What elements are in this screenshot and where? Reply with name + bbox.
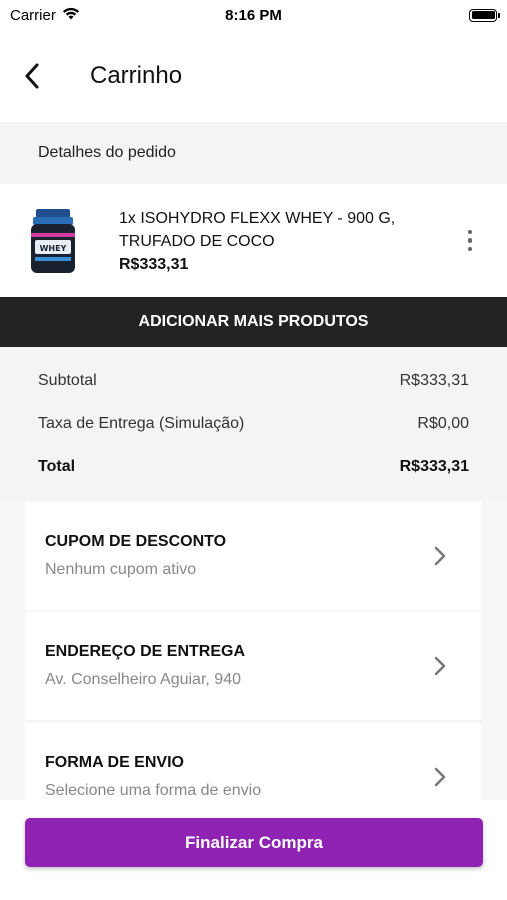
battery-icon	[469, 8, 500, 22]
finalize-purchase-button[interactable]: Finalizar Compra	[25, 818, 483, 867]
product-price: R$333,31	[119, 256, 189, 273]
delivery-fee-label: Taxa de Entrega (Simulação)	[38, 414, 245, 432]
card-text: CUPOM DE DESCONTO Nenhum cupom ativo	[45, 533, 425, 579]
page-title: Carrinho	[90, 62, 183, 89]
cart-item: WHEY 1x ISOHYDRO FLEXX WHEY - 900 G, TRU…	[0, 184, 507, 297]
order-details-header: Detalhes do pedido	[0, 122, 507, 184]
status-left: Carrier	[10, 7, 80, 24]
total-label: Total	[38, 457, 76, 475]
card-text: FORMA DE ENVIO Selecione uma forma de en…	[45, 754, 425, 800]
delivery-fee-value: R$0,00	[417, 414, 469, 432]
dot-icon	[467, 229, 473, 235]
back-button[interactable]	[12, 56, 52, 96]
product-image: WHEY	[19, 206, 87, 275]
order-details-title: Detalhes do pedido	[38, 144, 176, 161]
delivery-address-subtitle: Av. Conselheiro Aguiar, 940	[45, 671, 241, 688]
shipping-method-card[interactable]: FORMA DE ENVIO Selecione uma forma de en…	[25, 723, 481, 800]
dot-icon	[467, 238, 473, 243]
subtotal-value: R$333,31	[399, 371, 469, 389]
product-name: 1x ISOHYDRO FLEXX WHEY - 900 G, TRUFADO …	[119, 210, 396, 250]
chevron-right-icon	[425, 656, 455, 676]
card-text: ENDEREÇO DE ENTREGA Av. Conselheiro Agui…	[45, 643, 425, 689]
subtotal-row: Subtotal R$333,31	[38, 359, 469, 402]
coupon-title: CUPOM DE DESCONTO	[45, 533, 227, 550]
order-summary: Subtotal R$333,31 Taxa de Entrega (Simul…	[0, 347, 507, 500]
total-row: Total R$333,31	[38, 445, 469, 488]
add-more-products-button[interactable]: ADICIONAR MAIS PRODUTOS	[0, 297, 507, 347]
product-info: 1x ISOHYDRO FLEXX WHEY - 900 G, TRUFADO …	[119, 207, 455, 274]
subtotal-label: Subtotal	[38, 371, 97, 389]
dot-icon	[467, 246, 473, 252]
chevron-right-icon	[425, 546, 455, 566]
chevron-left-icon	[25, 63, 39, 89]
more-options-button[interactable]	[455, 221, 485, 261]
shipping-method-subtitle: Selecione uma forma de envio	[45, 782, 262, 799]
chevron-right-icon	[425, 767, 455, 787]
carrier-label: Carrier	[10, 6, 56, 24]
wifi-icon	[62, 7, 80, 24]
total-value: R$333,31	[399, 457, 469, 475]
delivery-address-title: ENDEREÇO DE ENTREGA	[45, 643, 246, 660]
checkout-options: CUPOM DE DESCONTO Nenhum cupom ativo END…	[0, 500, 507, 800]
svg-text:WHEY: WHEY	[40, 244, 67, 253]
footer: Finalizar Compra	[0, 800, 507, 900]
delivery-address-card[interactable]: ENDEREÇO DE ENTREGA Av. Conselheiro Agui…	[25, 612, 481, 720]
shipping-method-title: FORMA DE ENVIO	[45, 754, 184, 771]
coupon-card[interactable]: CUPOM DE DESCONTO Nenhum cupom ativo	[25, 502, 481, 610]
nav-header: Carrinho	[0, 30, 507, 122]
status-bar: Carrier 8:16 PM	[0, 0, 507, 30]
coupon-subtitle: Nenhum cupom ativo	[45, 561, 197, 578]
delivery-fee-row: Taxa de Entrega (Simulação) R$0,00	[38, 402, 469, 445]
